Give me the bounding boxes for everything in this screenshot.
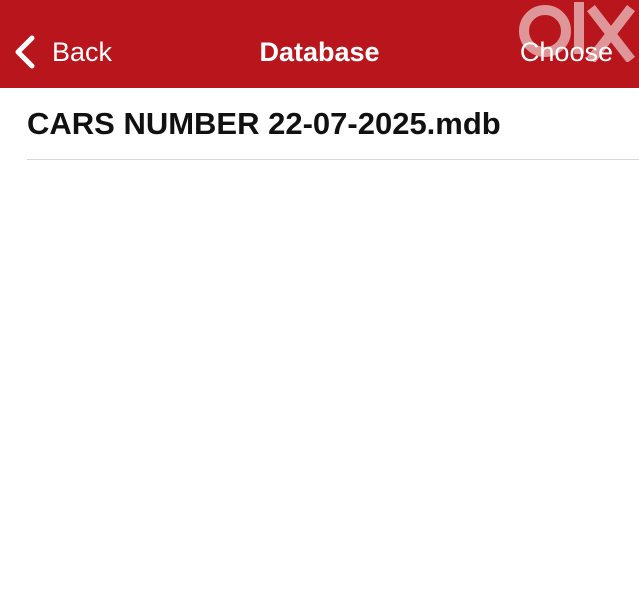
navigation-bar: Back Database Choose xyxy=(0,0,639,88)
file-list: CARS NUMBER 22-07-2025.mdb xyxy=(0,88,639,160)
file-name: CARS NUMBER 22-07-2025.mdb xyxy=(27,106,501,141)
choose-button[interactable]: Choose xyxy=(520,26,613,78)
back-button[interactable]: Back xyxy=(12,26,112,78)
row-divider xyxy=(27,159,639,160)
chevron-left-icon xyxy=(15,35,35,69)
file-list-item[interactable]: CARS NUMBER 22-07-2025.mdb xyxy=(0,88,639,160)
back-label: Back xyxy=(52,37,113,67)
